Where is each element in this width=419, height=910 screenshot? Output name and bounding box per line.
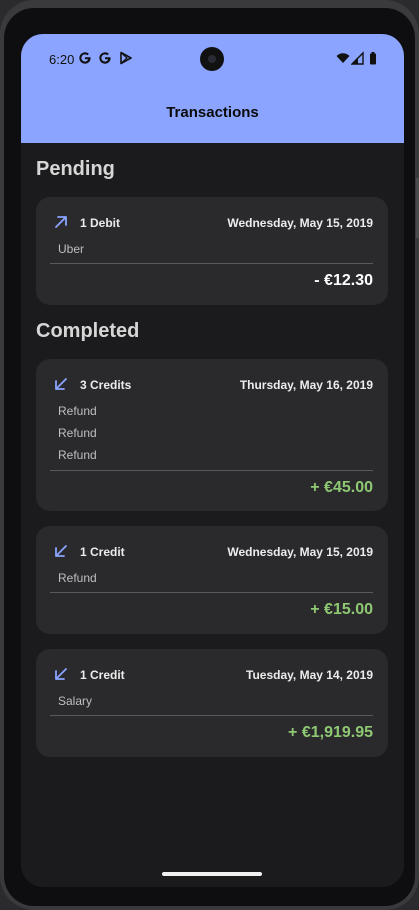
transaction-description: Salary	[58, 694, 93, 708]
transaction-kind: 1 Debit	[80, 216, 121, 230]
transaction-date: Tuesday, May 14, 2019	[246, 668, 373, 682]
page-title: Transactions	[166, 104, 259, 121]
phone-frame: 6:20 Transactions Pending 1 Debit Wednes…	[0, 0, 419, 910]
arrow-down-left-icon	[55, 378, 67, 390]
arrow-up-right-icon	[55, 216, 67, 228]
transaction-amount: + €45.00	[310, 479, 373, 496]
battery-icon	[370, 52, 376, 65]
transaction-description: Refund	[58, 571, 97, 585]
transaction-date: Thursday, May 16, 2019	[239, 378, 373, 392]
transaction-card[interactable]: 1 Credit Tuesday, May 14, 2019 Salary + …	[36, 649, 388, 757]
transaction-amount: + €1,919.95	[288, 724, 373, 741]
app-bar: 6:20 Transactions	[21, 34, 404, 143]
transaction-amount: + €15.00	[310, 601, 373, 618]
transaction-card[interactable]: 3 Credits Thursday, May 16, 2019 Refund …	[36, 359, 388, 511]
status-bar: 6:20	[21, 34, 404, 84]
card-divider	[50, 715, 373, 716]
transaction-card[interactable]: 1 Credit Wednesday, May 15, 2019 Refund …	[36, 526, 388, 634]
transaction-kind: 1 Credit	[80, 545, 125, 559]
arrow-down-left-icon	[55, 668, 67, 680]
arrow-down-left-icon	[55, 545, 67, 557]
status-time: 6:20	[49, 52, 75, 67]
card-divider	[50, 263, 373, 264]
screen: 6:20 Transactions Pending 1 Debit Wednes…	[21, 34, 404, 887]
transaction-kind: 1 Credit	[80, 668, 125, 682]
transaction-kind: 3 Credits	[80, 378, 132, 392]
card-divider	[50, 470, 373, 471]
google-g-icon	[79, 52, 91, 64]
transaction-description: Refund	[58, 404, 97, 418]
signal-icon	[351, 51, 364, 65]
transaction-description: Refund	[58, 448, 97, 462]
transaction-description: Refund	[58, 426, 97, 440]
play-store-icon	[120, 51, 132, 65]
phone-bezel: 6:20 Transactions Pending 1 Debit Wednes…	[4, 8, 415, 906]
google-g-icon	[99, 52, 111, 64]
front-camera	[200, 47, 224, 71]
wifi-icon	[336, 53, 350, 63]
transaction-card[interactable]: 1 Debit Wednesday, May 15, 2019 Uber - €…	[36, 197, 388, 305]
transaction-description: Uber	[58, 242, 85, 256]
section-title-pending: Pending	[36, 158, 115, 180]
home-indicator[interactable]	[162, 872, 262, 876]
transaction-date: Wednesday, May 15, 2019	[227, 545, 373, 559]
card-divider	[50, 592, 373, 593]
transaction-amount: - €12.30	[314, 272, 373, 289]
transaction-date: Wednesday, May 15, 2019	[227, 216, 373, 230]
section-title-completed: Completed	[36, 320, 140, 342]
